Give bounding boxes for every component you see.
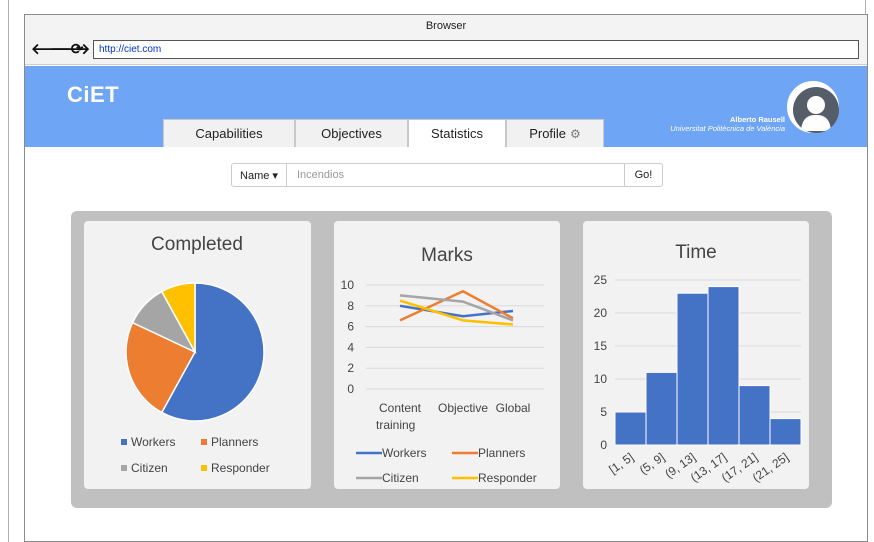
legend-label: Citizen [382, 471, 419, 485]
chart-title: Marks [421, 245, 473, 266]
bar [645, 371, 678, 446]
forward-arrow-icon[interactable]: 🡒 [50, 42, 90, 58]
legend-swatch [201, 465, 207, 471]
x-tick-label: Objective [438, 401, 488, 415]
search-bar: Name ▾ Incendios Go! [231, 163, 663, 187]
marks-card: Marks 0 2 4 6 8 10 Content Objective Global traini… [334, 221, 560, 489]
y-tick-label: 10 [594, 372, 608, 386]
go-button[interactable]: Go! [625, 163, 663, 187]
reload-icon[interactable]: ⟳ [69, 42, 85, 58]
user-affiliation: Universitat Politècnica de València [670, 124, 785, 133]
nav-buttons: 🡐 🡒 ⟳ [31, 42, 90, 58]
statistics-panel: Completed Workers Planners Citizen Responder… [71, 211, 832, 508]
user-info: Alberto Rausell Universitat Politècnica … [670, 115, 785, 133]
browser-window: Browser 🡐 🡒 ⟳ http://ciet.com CiET Capab… [24, 14, 868, 542]
y-tick-label: 25 [594, 273, 608, 287]
y-tick-label: 20 [594, 306, 608, 320]
bar [738, 385, 771, 446]
browser-title: Browser [425, 20, 467, 32]
gear-icon: ⚙ [570, 126, 581, 141]
legend-label: Responder [211, 461, 270, 475]
y-tick-label: 0 [600, 438, 607, 452]
tab-profile[interactable]: Profile ⚙ [506, 119, 604, 147]
bar [707, 286, 740, 446]
y-tick-label: 0 [347, 382, 354, 396]
y-tick-label: 8 [347, 299, 354, 313]
bar [614, 411, 647, 446]
legend-label: Workers [382, 446, 426, 460]
search-field-select[interactable]: Name ▾ [231, 163, 287, 187]
time-card: Time 0 5 10 15 20 25 [1, 5] (5, 9] (9, 13] (13, 17… [583, 221, 809, 489]
x-tick-label: Content [379, 401, 422, 415]
completed-card: Completed Workers Planners Citizen Responder [84, 221, 311, 489]
tab-label: Capabilities [195, 126, 263, 141]
x-tick-label: (5, 9] [637, 450, 667, 477]
legend-label: Responder [478, 471, 537, 485]
x-tick-label: training [376, 418, 415, 432]
x-tick-label: (21, 25] [750, 450, 791, 485]
back-arrow-icon[interactable]: 🡐 [31, 42, 71, 58]
tab-label: Objectives [321, 126, 382, 141]
app-logo[interactable]: CiET [67, 82, 119, 108]
y-tick-label: 6 [347, 320, 354, 334]
time-bar-chart: Time0510152025[1, 5] (5, 9](9, 13](13, 17… [594, 242, 802, 485]
tab-objectives[interactable]: Objectives [295, 119, 408, 147]
avatar[interactable] [787, 81, 839, 133]
tab-label: Statistics [430, 126, 483, 141]
main-tabs: Capabilities Objectives Statistics Profi… [163, 119, 604, 147]
url-bar[interactable]: http://ciet.com [93, 40, 859, 59]
browser-titlebar: Browser 🡐 🡒 ⟳ http://ciet.com [25, 15, 867, 65]
x-tick-label: Global [496, 401, 531, 415]
user-avatar-icon [793, 87, 839, 133]
legend-label: Workers [131, 435, 175, 449]
marks-line-chart: Marks 0 2 4 6 8 10 Content Objective Global traini… [341, 245, 544, 485]
user-name: Alberto Rausell [729, 115, 785, 124]
legend-label: Planners [478, 446, 525, 460]
y-tick-label: 2 [347, 361, 354, 375]
legend-label: Planners [211, 435, 258, 449]
app-header: CiET Capabilities Objectives Statistics … [25, 66, 867, 147]
tab-statistics[interactable]: Statistics [408, 119, 506, 147]
y-tick-label: 15 [594, 339, 608, 353]
legend-swatch [121, 465, 127, 471]
bar [769, 418, 802, 446]
y-tick-label: 5 [600, 405, 607, 419]
legend-label: Citizen [131, 461, 168, 475]
search-input[interactable]: Incendios [287, 163, 625, 187]
chart-title: Time [675, 242, 717, 263]
y-tick-label: 10 [341, 278, 355, 292]
x-tick-label: [1, 5] [606, 450, 636, 477]
person-icon [801, 96, 831, 131]
y-tick-label: 4 [347, 340, 354, 354]
legend-swatch [201, 439, 207, 445]
chart-title: Completed [151, 234, 243, 255]
completed-pie-chart: Completed Workers Planners Citizen Responder [121, 234, 270, 475]
bar [676, 292, 709, 446]
legend-swatch [121, 439, 127, 445]
tab-capabilities[interactable]: Capabilities [163, 119, 295, 147]
tab-label: Profile [529, 126, 567, 141]
